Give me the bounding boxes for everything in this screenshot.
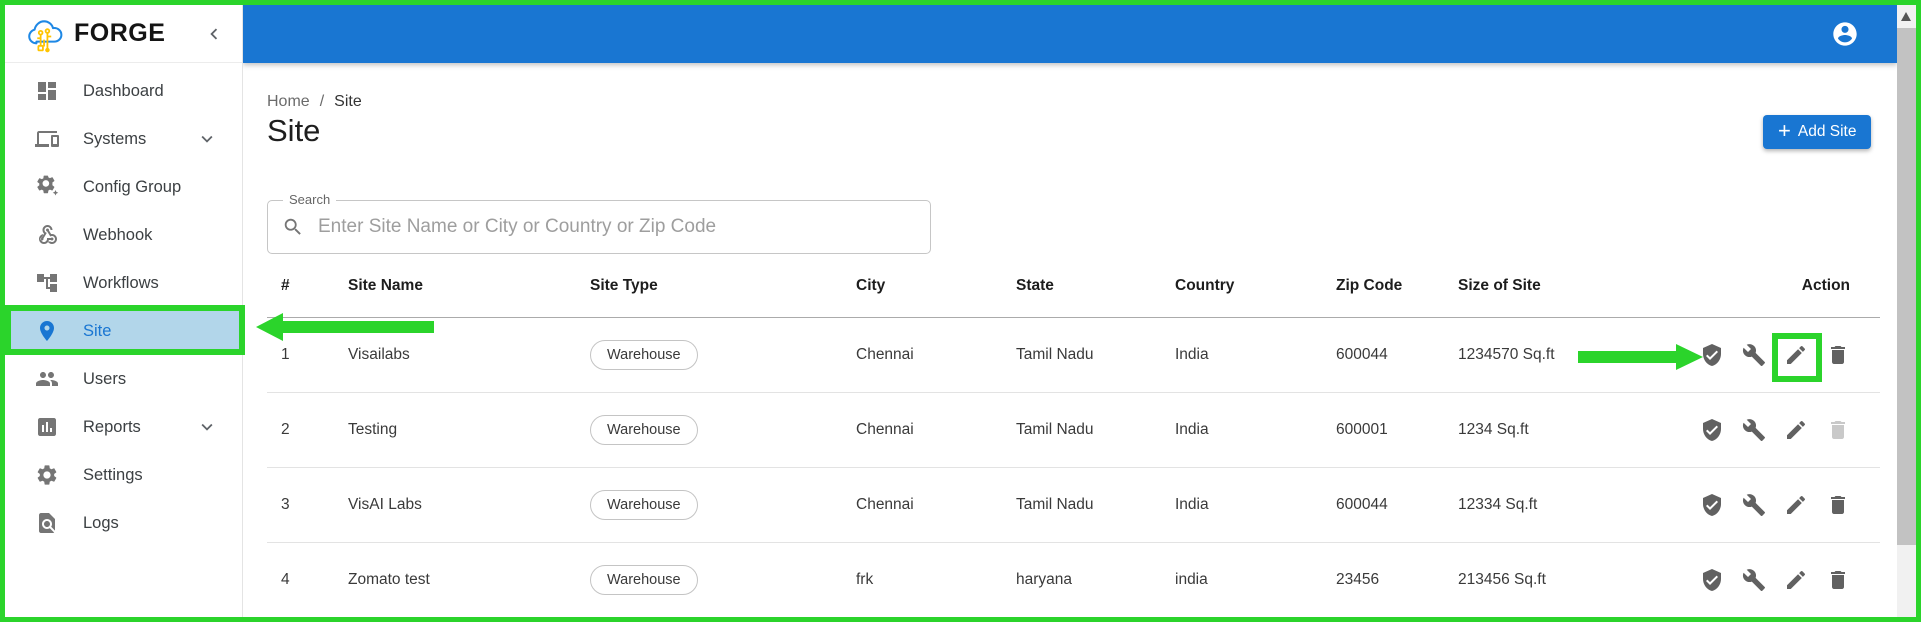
table-body: 1 Visailabs Warehouse Chennai Tamil Nadu… <box>267 318 1880 618</box>
gear-icon <box>35 463 59 487</box>
sidebar-item-workflows[interactable]: Workflows <box>5 259 242 307</box>
trash-icon <box>1826 418 1850 442</box>
sidebar-item-label: Webhook <box>83 225 153 244</box>
vertical-scrollbar[interactable] <box>1897 5 1916 617</box>
shield-check-icon[interactable] <box>1700 493 1724 517</box>
table-row: 2 Testing Warehouse Chennai Tamil Nadu I… <box>267 393 1880 468</box>
sidebar-item-label: Settings <box>83 465 143 484</box>
config-gear-icon <box>35 175 59 199</box>
sidebar-item-dashboard[interactable]: Dashboard <box>5 67 242 115</box>
shield-check-icon[interactable] <box>1700 343 1724 367</box>
search-input[interactable] <box>316 215 916 239</box>
location-pin-icon <box>35 319 59 343</box>
col-header-size: Size of Site <box>1458 277 1541 294</box>
dashboard-icon <box>35 79 59 103</box>
edit-pencil-icon[interactable] <box>1784 493 1808 517</box>
table-header-row: # Site Name Site Type City State Country… <box>267 255 1880 318</box>
shield-check-icon[interactable] <box>1700 418 1724 442</box>
chevron-down-icon <box>196 128 218 150</box>
wrench-icon[interactable] <box>1742 343 1766 367</box>
chevron-left-icon[interactable] <box>202 22 226 46</box>
search-field-label: Search <box>283 192 337 207</box>
scrollbar-up-arrow-icon[interactable] <box>1901 12 1911 21</box>
trash-icon[interactable] <box>1826 568 1850 592</box>
bar-chart-icon <box>35 415 59 439</box>
sidebar-item-users[interactable]: Users <box>5 355 242 403</box>
row-actions <box>1616 418 1880 442</box>
wrench-icon[interactable] <box>1742 493 1766 517</box>
col-header-country: Country <box>1175 277 1235 294</box>
edit-pencil-icon[interactable] <box>1784 568 1808 592</box>
add-site-button[interactable]: + Add Site <box>1763 115 1872 149</box>
col-header-state: State <box>1016 277 1054 294</box>
sidebar-item-systems[interactable]: Systems <box>5 115 242 163</box>
search-field: Search <box>267 192 931 254</box>
sidebar-item-label: Site <box>83 321 112 340</box>
sidebar-item-label: Dashboard <box>83 81 164 100</box>
sidebar-item-label: Logs <box>83 513 119 532</box>
row-actions <box>1616 493 1880 517</box>
workflow-icon <box>35 271 59 295</box>
breadcrumb: Home / Site <box>267 93 362 111</box>
row-actions <box>1616 568 1880 592</box>
col-header-site-type: Site Type <box>590 277 658 294</box>
breadcrumb-separator: / <box>319 93 325 110</box>
sidebar-item-label: Systems <box>83 129 147 148</box>
col-header-site-name: Site Name <box>348 277 423 294</box>
search-icon <box>282 216 304 238</box>
sidebar-item-label: Workflows <box>83 273 159 292</box>
table-row: 3 VisAI Labs Warehouse Chennai Tamil Nad… <box>267 468 1880 543</box>
sidebar-item-logs[interactable]: Logs <box>5 499 242 547</box>
trash-icon[interactable] <box>1826 343 1850 367</box>
col-header-zip: Zip Code <box>1336 277 1403 294</box>
sidebar-item-config-group[interactable]: Config Group <box>5 163 242 211</box>
sidebar-nav: Dashboard Systems Config Group Webhook Workf… <box>5 63 242 547</box>
breadcrumb-current: Site <box>334 93 362 110</box>
shield-check-icon[interactable] <box>1700 568 1724 592</box>
site-type-chip: Warehouse <box>590 490 698 520</box>
col-header-city: City <box>856 277 886 294</box>
edit-pencil-icon[interactable] <box>1784 343 1808 367</box>
webhook-icon <box>35 223 59 247</box>
topbar <box>243 5 1897 63</box>
site-type-chip: Warehouse <box>590 415 698 445</box>
cloud-circuit-logo-icon <box>25 15 69 53</box>
sidebar-item-settings[interactable]: Settings <box>5 451 242 499</box>
chevron-down-icon <box>196 416 218 438</box>
people-icon <box>35 367 59 391</box>
add-site-button-label: Add Site <box>1797 123 1857 140</box>
site-type-chip: Warehouse <box>590 565 698 595</box>
wrench-icon[interactable] <box>1742 568 1766 592</box>
page-title: Site <box>267 113 321 148</box>
site-type-chip: Warehouse <box>590 340 698 370</box>
sidebar-item-label: Users <box>83 369 127 388</box>
table-row: 1 Visailabs Warehouse Chennai Tamil Nadu… <box>267 318 1880 393</box>
main-content: Home / Site Site + Add Site Search # Sit… <box>244 63 1897 618</box>
col-header-num: # <box>281 277 290 294</box>
logo-row: FORGE <box>5 5 242 63</box>
wrench-icon[interactable] <box>1742 418 1766 442</box>
row-actions <box>1616 343 1880 367</box>
brand-name: FORGE <box>74 19 166 47</box>
trash-icon[interactable] <box>1826 493 1850 517</box>
screenshot-stage: FORGE Dashboard Systems Config Group Webhoo… <box>0 0 1921 622</box>
account-circle-icon[interactable] <box>1831 20 1859 48</box>
breadcrumb-home[interactable]: Home <box>267 93 310 111</box>
sidebar: FORGE Dashboard Systems Config Group Webhoo… <box>5 5 243 617</box>
sites-table: # Site Name Site Type City State Country… <box>267 255 1880 618</box>
sidebar-item-label: Reports <box>83 417 141 436</box>
edit-pencil-icon[interactable] <box>1784 418 1808 442</box>
doc-search-icon <box>35 511 59 535</box>
col-header-action: Action <box>1801 277 1850 294</box>
sidebar-item-reports[interactable]: Reports <box>5 403 242 451</box>
sidebar-item-label: Config Group <box>83 177 182 196</box>
plus-icon: + <box>1778 118 1791 143</box>
table-row: 4 Zomato test Warehouse frk haryana indi… <box>267 543 1880 618</box>
devices-icon <box>35 127 59 151</box>
sidebar-item-webhook[interactable]: Webhook <box>5 211 242 259</box>
scrollbar-thumb[interactable] <box>1897 28 1916 545</box>
sidebar-item-site[interactable]: Site <box>5 307 242 355</box>
